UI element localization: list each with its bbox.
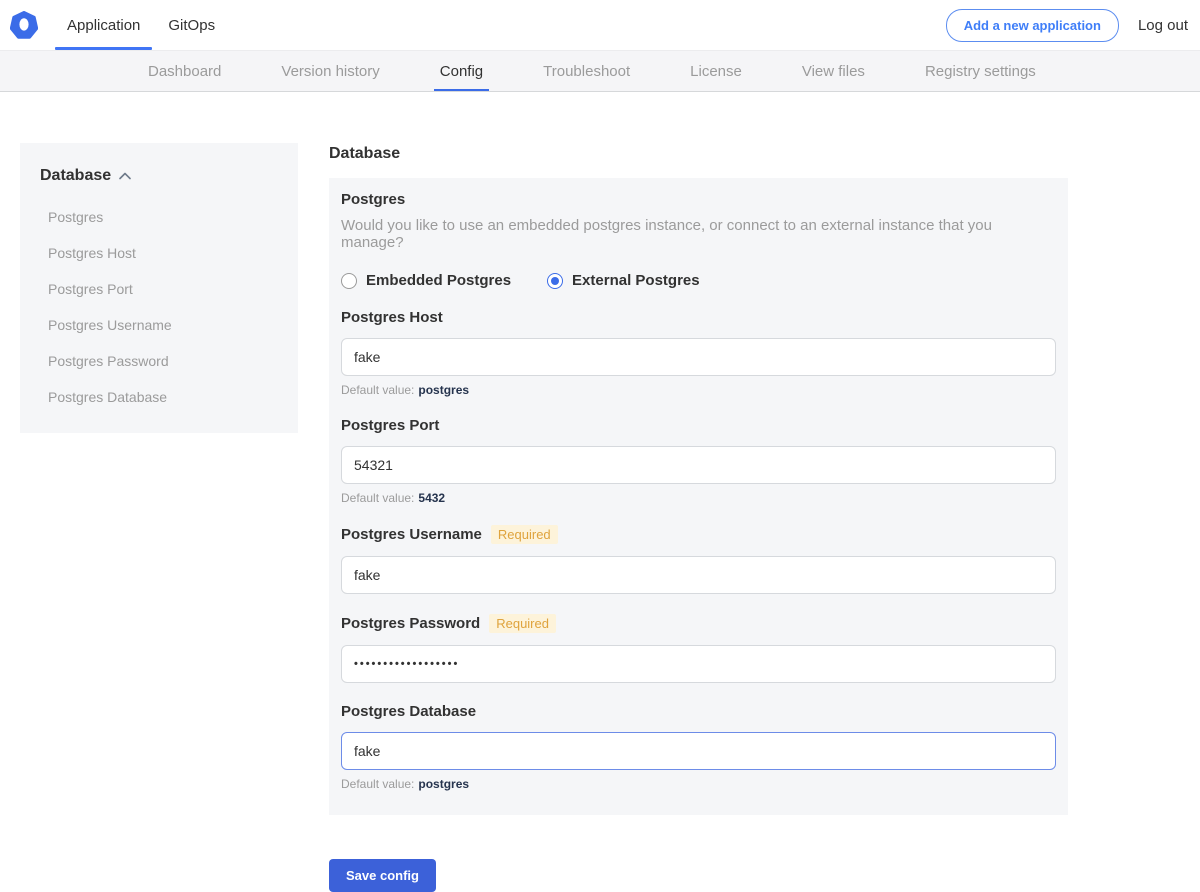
- sidebar-item-postgres[interactable]: Postgres: [40, 199, 278, 235]
- field-help-text: Would you like to use an embedded postgr…: [341, 217, 1056, 251]
- group-title: Database: [329, 145, 1068, 163]
- logo-wrap: [0, 0, 53, 50]
- header-tab-gitops[interactable]: GitOps: [154, 0, 229, 50]
- field-label: Postgres Database: [341, 703, 476, 720]
- default-value-line: Default value: 5432: [341, 491, 1056, 505]
- chevron-up-icon: [119, 172, 131, 180]
- field-postgres-password: Postgres Password Required: [341, 614, 1056, 683]
- field-label-row: Postgres Host: [341, 309, 1056, 326]
- field-label: Postgres Host: [341, 309, 443, 326]
- radio-option-embedded-postgres[interactable]: Embedded Postgres: [341, 272, 511, 289]
- logout-link[interactable]: Log out: [1138, 17, 1188, 34]
- text-input-postgres-username[interactable]: [341, 556, 1056, 594]
- top-header: ApplicationGitOps Add a new application …: [0, 0, 1200, 51]
- sidebar-item-postgres-password[interactable]: Postgres Password: [40, 343, 278, 379]
- subnav-tab-registry-settings[interactable]: Registry settings: [925, 51, 1036, 91]
- field-label: Postgres Port: [341, 417, 439, 434]
- header-right: Add a new application Log out: [946, 0, 1200, 50]
- text-input-postgres-database[interactable]: [341, 732, 1056, 770]
- default-value: 5432: [418, 491, 445, 505]
- default-value-prefix: Default value:: [341, 383, 414, 397]
- radio-group: Embedded Postgres External Postgres: [341, 272, 1056, 289]
- subnav-tab-troubleshoot[interactable]: Troubleshoot: [543, 51, 630, 91]
- add-application-button[interactable]: Add a new application: [946, 9, 1119, 42]
- app-subnav: Dashboard Version history Config Troublesho…: [0, 51, 1200, 92]
- subnav-tab-version-history[interactable]: Version history: [281, 51, 379, 91]
- field-postgres: Postgres Would you like to use an embedde…: [341, 191, 1056, 289]
- sidebar-item-postgres-username[interactable]: Postgres Username: [40, 307, 278, 343]
- subnav-tab-config[interactable]: Config: [440, 51, 483, 91]
- field-label-row: Postgres Password Required: [341, 614, 1056, 633]
- sidebar-item-postgres-database[interactable]: Postgres Database: [40, 379, 278, 415]
- radio-option-label: Embedded Postgres: [366, 272, 511, 289]
- subnav-tab-dashboard[interactable]: Dashboard: [148, 51, 221, 91]
- radio-option-external-postgres[interactable]: External Postgres: [547, 272, 700, 289]
- sidebar-group-database[interactable]: Database: [40, 167, 278, 185]
- field-postgres-username: Postgres Username Required: [341, 525, 1056, 594]
- required-badge: Required: [491, 525, 558, 544]
- sidebar-items: PostgresPostgres HostPostgres PortPostgr…: [40, 199, 278, 415]
- field-label-row: Postgres Port: [341, 417, 1056, 434]
- field-postgres-port: Postgres Port Default value: 5432: [341, 417, 1056, 505]
- app-logo-icon: [10, 11, 38, 39]
- config-fields: Postgres Would you like to use an embedde…: [341, 191, 1056, 791]
- field-label: Postgres Password: [341, 615, 480, 632]
- header-tabs: ApplicationGitOps: [53, 0, 229, 50]
- field-label: Postgres: [341, 191, 405, 208]
- radio-unselected-icon[interactable]: [341, 273, 357, 289]
- sidebar-item-postgres-port[interactable]: Postgres Port: [40, 271, 278, 307]
- text-input-postgres-port[interactable]: [341, 446, 1056, 484]
- radio-selected-icon[interactable]: [547, 273, 563, 289]
- subnav-tab-view-files[interactable]: View files: [802, 51, 865, 91]
- text-input-postgres-host[interactable]: [341, 338, 1056, 376]
- field-postgres-database: Postgres Database Default value: postgres: [341, 703, 1056, 791]
- default-value: postgres: [418, 777, 469, 791]
- config-sidebar: Database PostgresPostgres HostPostgres P…: [20, 143, 298, 433]
- required-badge: Required: [489, 614, 556, 633]
- default-value-line: Default value: postgres: [341, 383, 1056, 397]
- default-value: postgres: [418, 383, 469, 397]
- sidebar-item-postgres-host[interactable]: Postgres Host: [40, 235, 278, 271]
- config-card: Postgres Would you like to use an embedde…: [329, 178, 1068, 815]
- default-value-prefix: Default value:: [341, 491, 414, 505]
- radio-option-label: External Postgres: [572, 272, 700, 289]
- password-input[interactable]: [341, 645, 1056, 683]
- default-value-line: Default value: postgres: [341, 777, 1056, 791]
- default-value-prefix: Default value:: [341, 777, 414, 791]
- field-label-row: Postgres Username Required: [341, 525, 1056, 544]
- subnav-tab-license[interactable]: License: [690, 51, 742, 91]
- header-tab-application[interactable]: Application: [53, 0, 154, 50]
- field-label-row: Postgres: [341, 191, 1056, 208]
- save-config-button[interactable]: Save config: [329, 859, 436, 892]
- field-label: Postgres Username: [341, 526, 482, 543]
- field-postgres-host: Postgres Host Default value: postgres: [341, 309, 1056, 397]
- field-label-row: Postgres Database: [341, 703, 1056, 720]
- sidebar-group-label: Database: [40, 167, 111, 185]
- config-main: Database Postgres Would you like to use a…: [329, 145, 1068, 892]
